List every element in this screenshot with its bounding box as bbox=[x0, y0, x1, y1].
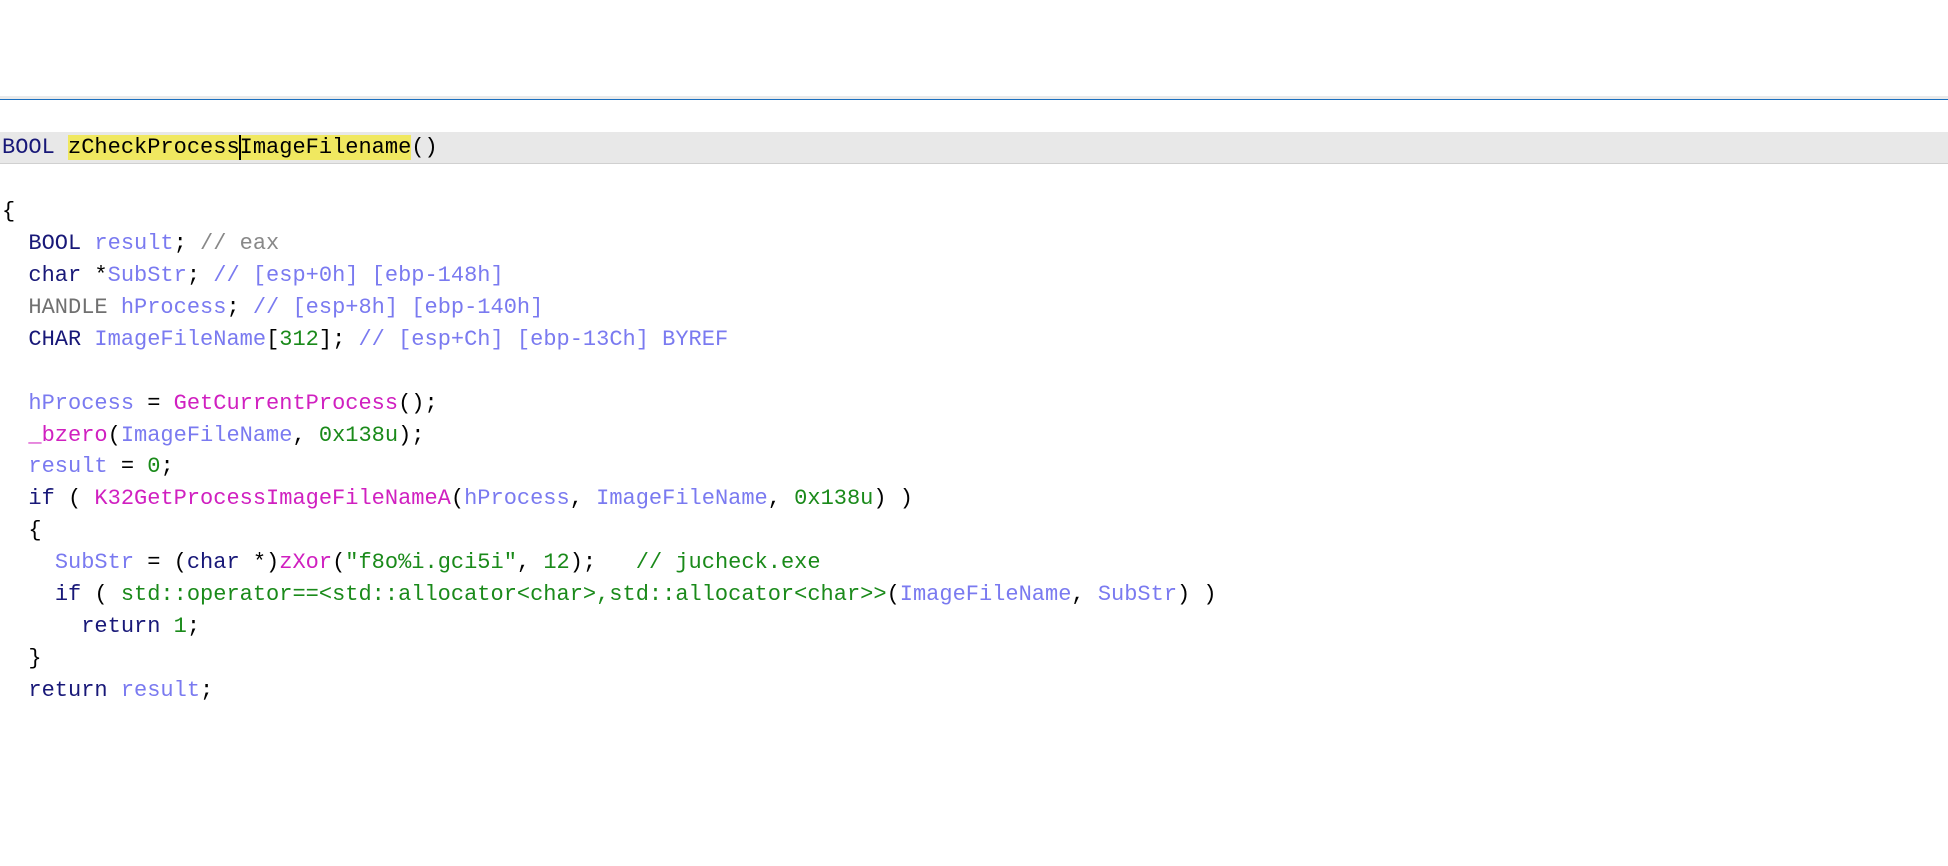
return-result: return result; bbox=[2, 675, 1946, 707]
if-operator-eq: if ( std::operator==<std::allocator<char… bbox=[2, 579, 1946, 611]
tab-bar bbox=[0, 96, 1948, 100]
return-type: BOOL bbox=[2, 135, 55, 160]
assign-hprocess: hProcess = GetCurrentProcess(); bbox=[2, 388, 1946, 420]
assign-result: result = 0; bbox=[2, 451, 1946, 483]
function-signature-line[interactable]: BOOL zCheckProcessImageFilename() bbox=[0, 132, 1948, 165]
func-name-highlight: zCheckProcessImageFilename bbox=[68, 135, 411, 160]
code-body[interactable]: { BOOL result; // eax char *SubStr; // [… bbox=[0, 196, 1948, 706]
decl-hprocess: HANDLE hProcess; // [esp+8h] [ebp-140h] bbox=[2, 292, 1946, 324]
paren: () bbox=[411, 135, 437, 160]
return-1: return 1; bbox=[2, 611, 1946, 643]
decl-imagefilename: CHAR ImageFileName[312]; // [esp+Ch] [eb… bbox=[2, 324, 1946, 356]
decl-substr: char *SubStr; // [esp+0h] [ebp-148h] bbox=[2, 260, 1946, 292]
brace-open: { bbox=[2, 196, 1946, 228]
call-bzero: _bzero(ImageFileName, 0x138u); bbox=[2, 420, 1946, 452]
inner-brace-close: } bbox=[2, 643, 1946, 675]
blank-line bbox=[2, 356, 1946, 388]
inner-brace-open: { bbox=[2, 515, 1946, 547]
if-k32: if ( K32GetProcessImageFileNameA(hProces… bbox=[2, 483, 1946, 515]
decl-result: BOOL result; // eax bbox=[2, 228, 1946, 260]
assign-substr: SubStr = (char *)zXor("f8o%i.gci5i", 12)… bbox=[2, 547, 1946, 579]
